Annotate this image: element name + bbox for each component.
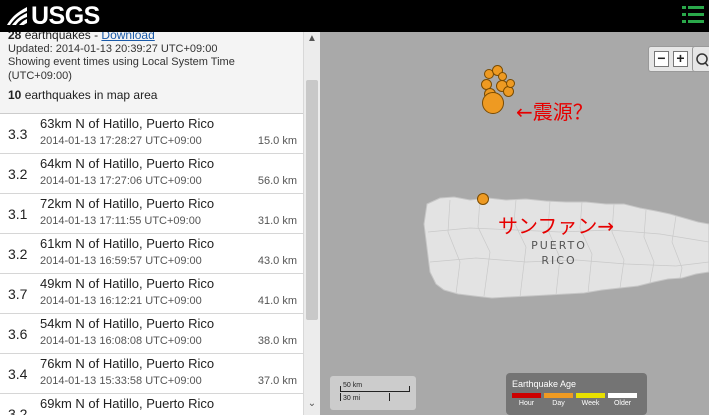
magnitude: 3.7 bbox=[8, 286, 28, 302]
earthquake-list: 3.3 63km N of Hatillo, Puerto Rico 2014-… bbox=[0, 114, 303, 415]
event-time: 2014-01-13 16:59:57 UTC+09:00 bbox=[40, 255, 202, 267]
depth: 15.0 km bbox=[257, 135, 297, 147]
map-search-icon[interactable] bbox=[692, 46, 709, 72]
region-label: PUERTO RICO bbox=[526, 238, 592, 268]
place: 49km N of Hatillo, Puerto Rico bbox=[40, 276, 215, 291]
place: 54km N of Hatillo, Puerto Rico bbox=[40, 316, 215, 331]
legend-label-week: Week bbox=[581, 400, 600, 407]
magnitude: 3.6 bbox=[8, 326, 28, 342]
san-juan-annotation: サンファン→ bbox=[498, 214, 615, 238]
legend-label-day: Day bbox=[552, 400, 565, 407]
event-time: 2014-01-13 16:08:08 UTC+09:00 bbox=[40, 335, 202, 347]
region-label-line-1: PUERTO bbox=[531, 239, 587, 252]
earthquake-age-legend: Earthquake Age Hour Day Week Older bbox=[506, 373, 647, 415]
earthquake-list-item[interactable]: 3.3 63km N of Hatillo, Puerto Rico 2014-… bbox=[0, 114, 303, 154]
earthquake-list-item[interactable]: 3.2 61km N of Hatillo, Puerto Rico 2014-… bbox=[0, 234, 303, 274]
legend-swatch-older bbox=[608, 393, 637, 398]
zoom-controls: − + bbox=[648, 46, 698, 72]
map-area-count-line: 10 earthquakes in map area bbox=[8, 88, 295, 103]
scroll-thumb[interactable] bbox=[306, 80, 318, 320]
magnitude: 3.2 bbox=[8, 166, 28, 182]
event-time: 2014-01-13 17:28:27 UTC+09:00 bbox=[40, 135, 202, 147]
place: 64km N of Hatillo, Puerto Rico bbox=[40, 156, 215, 171]
count-line: 28 earthquakes - Download bbox=[8, 32, 295, 43]
place: 76km N of Hatillo, Puerto Rico bbox=[40, 356, 215, 371]
download-link[interactable]: Download bbox=[101, 32, 154, 42]
earthquake-list-item[interactable]: 3.7 49km N of Hatillo, Puerto Rico 2014-… bbox=[0, 274, 303, 314]
scale-km: 50 km bbox=[343, 382, 363, 389]
count-suffix: earthquakes - bbox=[21, 32, 102, 42]
earthquake-list-item[interactable]: 3.1 72km N of Hatillo, Puerto Rico 2014-… bbox=[0, 194, 303, 234]
list-summary: 28 earthquakes - Download Updated: 2014-… bbox=[0, 32, 303, 114]
map-area-count-suffix: earthquakes in map area bbox=[21, 88, 158, 102]
depth: 37.0 km bbox=[257, 375, 297, 387]
earthquake-marker[interactable] bbox=[482, 92, 504, 114]
magnitude: 3.2 bbox=[8, 246, 28, 262]
place: 61km N of Hatillo, Puerto Rico bbox=[40, 236, 215, 251]
event-time: 2014-01-13 17:11:55 UTC+09:00 bbox=[40, 215, 201, 227]
map-area-count: 10 bbox=[8, 88, 22, 102]
legend-label-older: Older bbox=[613, 400, 632, 407]
epicenter-annotation: ←震源？ bbox=[516, 100, 593, 124]
usgs-logo[interactable]: USGS bbox=[6, 1, 100, 30]
zoom-in-button[interactable]: + bbox=[673, 51, 688, 67]
earthquake-list-item[interactable]: 3.6 54km N of Hatillo, Puerto Rico 2014-… bbox=[0, 314, 303, 354]
magnifier-icon bbox=[696, 53, 709, 67]
legend-title: Earthquake Age bbox=[512, 379, 577, 389]
scale-bar-km bbox=[340, 386, 410, 392]
place: 63km N of Hatillo, Puerto Rico bbox=[40, 116, 215, 131]
depth: 41.0 km bbox=[257, 295, 297, 307]
earthquake-sidebar: 28 earthquakes - Download Updated: 2014-… bbox=[0, 32, 303, 415]
map-scale: 50 km 30 mi bbox=[330, 376, 416, 410]
magnitude: 3.3 bbox=[8, 126, 28, 142]
list-menu-icon[interactable] bbox=[681, 4, 705, 26]
legend-label-hour: Hour bbox=[518, 400, 535, 407]
magnitude: 3.2 bbox=[8, 406, 28, 415]
legend-swatch-week bbox=[576, 393, 605, 398]
scroll-down-icon[interactable]: ⌄ bbox=[304, 397, 320, 411]
sidebar-scrollbar[interactable]: ▲ ⌄ bbox=[303, 32, 320, 415]
legend-swatch-day bbox=[544, 393, 573, 398]
event-time: 2014-01-13 16:12:21 UTC+09:00 bbox=[40, 295, 202, 307]
logo-text: USGS bbox=[31, 1, 100, 30]
place: 69km N of Hatillo, Puerto Rico bbox=[40, 396, 215, 411]
depth: 56.0 km bbox=[257, 175, 297, 187]
usgs-logo-icon bbox=[7, 7, 27, 25]
depth: 43.0 km bbox=[257, 255, 297, 267]
magnitude: 3.4 bbox=[8, 366, 28, 382]
event-time: 2014-01-13 15:33:58 UTC+09:00 bbox=[40, 375, 202, 387]
scroll-up-icon[interactable]: ▲ bbox=[304, 32, 320, 46]
map-view[interactable]: − + ←震源？ サンファン→ PUERTO RICO 50 km 30 mi … bbox=[320, 32, 709, 415]
earthquake-count: 28 bbox=[8, 32, 22, 42]
zoom-out-button[interactable]: − bbox=[654, 51, 669, 67]
region-label-line-2: RICO bbox=[541, 254, 577, 267]
time-note: Showing event times using Local System T… bbox=[8, 56, 235, 68]
legend-swatch-hour bbox=[512, 393, 541, 398]
depth: 38.0 km bbox=[257, 335, 297, 347]
event-time: 2014-01-13 17:27:06 UTC+09:00 bbox=[40, 175, 202, 187]
earthquake-list-item[interactable]: 3.2 69km N of Hatillo, Puerto Rico bbox=[0, 394, 303, 415]
updated-time: Updated: 2014-01-13 20:39:27 UTC+09:00 bbox=[8, 42, 218, 55]
magnitude: 3.1 bbox=[8, 206, 28, 222]
earthquake-list-item[interactable]: 3.2 64km N of Hatillo, Puerto Rico 2014-… bbox=[0, 154, 303, 194]
scale-bar-mi bbox=[340, 393, 390, 401]
top-header: USGS bbox=[0, 0, 709, 32]
depth: 31.0 km bbox=[257, 215, 297, 227]
earthquake-list-item[interactable]: 3.4 76km N of Hatillo, Puerto Rico 2014-… bbox=[0, 354, 303, 394]
earthquake-marker[interactable] bbox=[477, 193, 489, 205]
earthquake-marker[interactable] bbox=[506, 79, 515, 88]
time-zone-note: (UTC+09:00) bbox=[8, 69, 72, 82]
place: 72km N of Hatillo, Puerto Rico bbox=[40, 196, 215, 211]
